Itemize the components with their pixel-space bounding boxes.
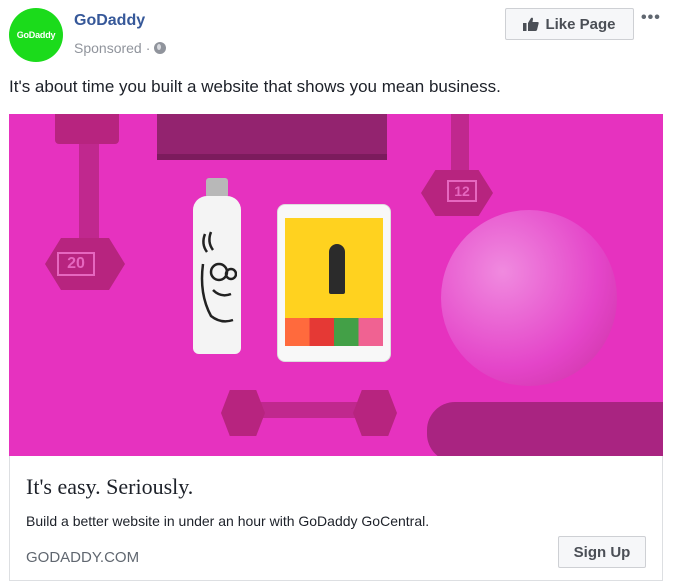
more-options-icon[interactable]: ••• (641, 9, 661, 27)
dumbbell-right-label: 12 (447, 180, 477, 202)
tablet-screen-thumbnails (285, 318, 383, 346)
dumbbell-bottom-right-weight (353, 390, 397, 436)
dumbbell-left-top-weight (55, 114, 119, 144)
sponsored-post: GoDaddy GoDaddy Sponsored · Like Page ••… (0, 0, 673, 587)
bottle-cap (206, 178, 228, 198)
exercise-ball (441, 210, 617, 386)
like-page-label: Like Page (545, 15, 616, 33)
sign-up-button[interactable]: Sign Up (558, 536, 646, 568)
link-card[interactable]: It's easy. Seriously. Build a better web… (9, 456, 663, 581)
card-headline[interactable]: It's easy. Seriously. (26, 474, 193, 500)
towel (157, 114, 387, 158)
card-domain: GODADDY.COM (26, 549, 140, 566)
bottle-face-illustration (200, 231, 237, 323)
tablet-screen-person (329, 244, 345, 294)
page-name-link[interactable]: GoDaddy (74, 12, 145, 30)
dumbbell-left-label: 20 (57, 252, 95, 276)
meta-separator: · (145, 40, 151, 56)
card-description: Build a better website in under an hour … (26, 513, 430, 529)
globe-icon (154, 42, 167, 54)
page-avatar[interactable]: GoDaddy (9, 8, 63, 62)
avatar-logo-text: GoDaddy (16, 30, 56, 40)
yoga-mat (427, 402, 663, 456)
post-meta: Sponsored · (74, 40, 167, 56)
post-text: It's about time you built a website that… (9, 77, 501, 96)
ad-image[interactable]: 20 12 (9, 114, 663, 456)
sponsored-label[interactable]: Sponsored (74, 40, 142, 56)
thumbs-up-icon (523, 17, 540, 31)
dumbbell-bottom-left-weight (221, 390, 265, 436)
like-page-button[interactable]: Like Page (505, 8, 634, 40)
towel-fold (157, 154, 387, 160)
